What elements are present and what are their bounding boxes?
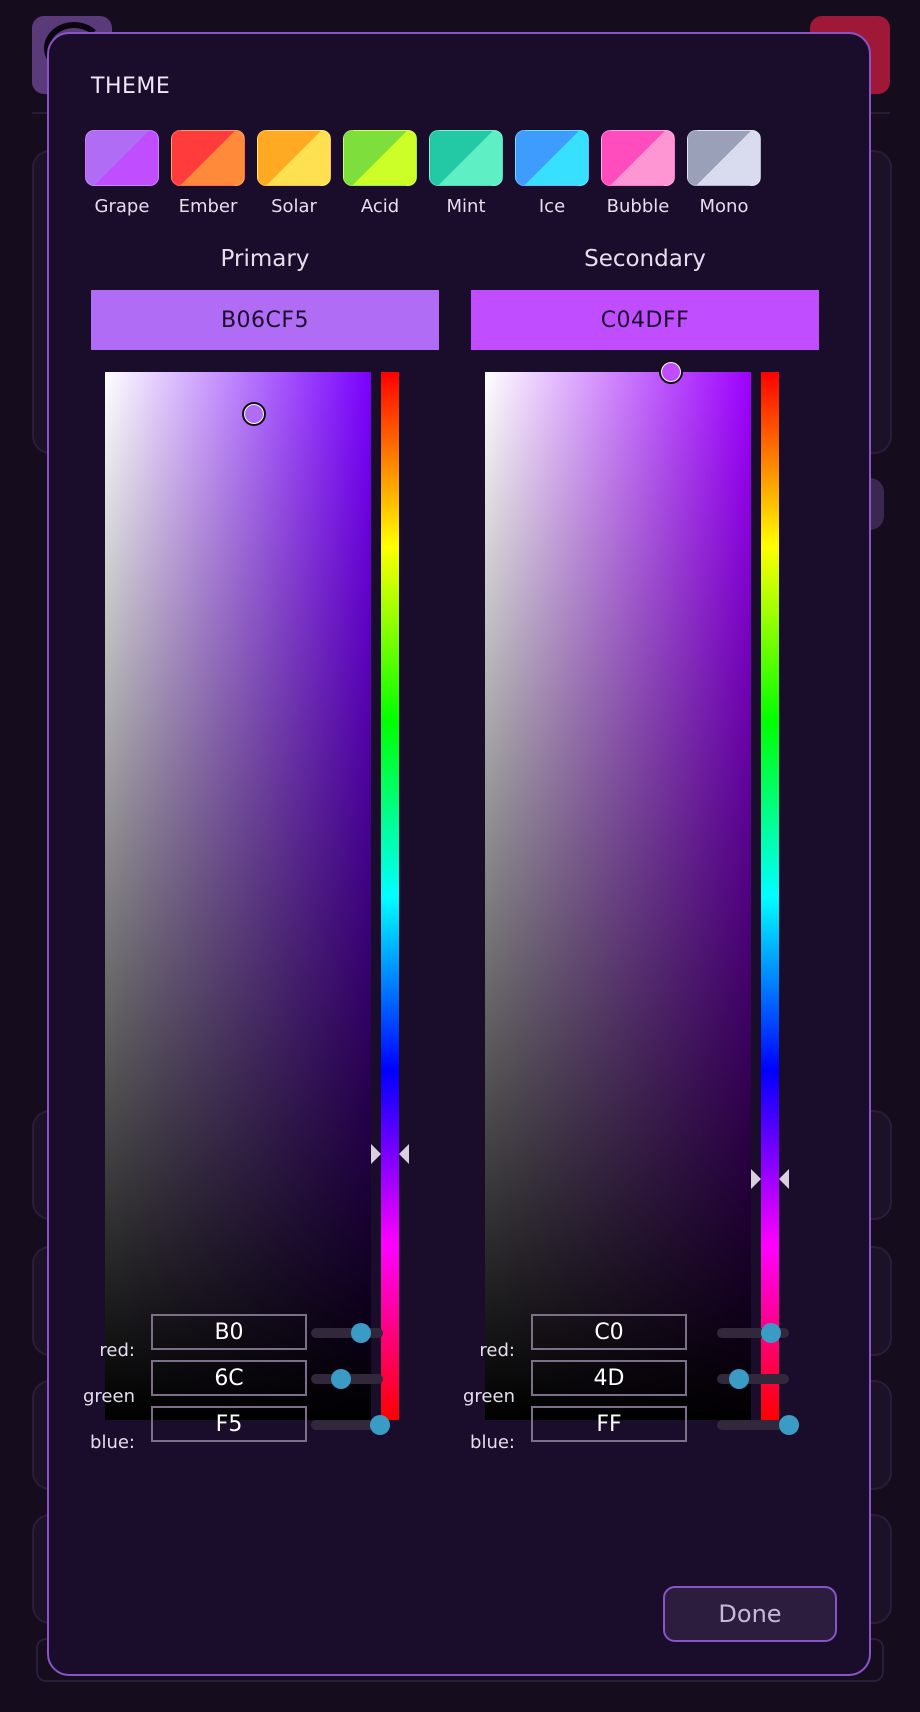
theme-swatch-bubble[interactable] bbox=[601, 130, 675, 186]
theme-swatch-ice[interactable] bbox=[515, 130, 589, 186]
secondary-title: Secondary bbox=[584, 246, 706, 272]
secondary-green-slider[interactable] bbox=[717, 1369, 789, 1389]
primary-red-label: red: bbox=[99, 1340, 135, 1361]
secondary-green-label: green bbox=[463, 1386, 515, 1407]
primary-hue-arrow-right-icon[interactable] bbox=[399, 1143, 409, 1164]
primary-green-input[interactable]: 6C bbox=[151, 1360, 307, 1396]
theme-swatch-label: Solar bbox=[271, 196, 317, 217]
secondary-saturation-value-picker[interactable] bbox=[485, 360, 751, 1420]
secondary-hue-arrow-right-icon[interactable] bbox=[779, 1168, 789, 1189]
secondary-red-slider[interactable] bbox=[717, 1323, 789, 1343]
primary-blue-slider-knob[interactable] bbox=[370, 1415, 391, 1435]
primary-hue-arrow-left-icon[interactable] bbox=[371, 1143, 381, 1164]
secondary-blue-slider[interactable] bbox=[717, 1415, 799, 1435]
theme-swatch-label: Ember bbox=[178, 196, 238, 217]
primary-hue-slider[interactable] bbox=[381, 372, 399, 1420]
theme-swatch-label: Mono bbox=[699, 196, 749, 217]
theme-swatch-label: Grape bbox=[94, 196, 150, 217]
primary-color-thumb[interactable] bbox=[241, 401, 266, 426]
theme-swatch-solar[interactable] bbox=[257, 130, 331, 186]
secondary-hex-field[interactable]: C04DFF bbox=[471, 290, 819, 350]
primary-green-slider[interactable] bbox=[311, 1369, 383, 1389]
theme-swatch-mint[interactable] bbox=[429, 130, 503, 186]
theme-swatch-label: Ice bbox=[538, 196, 566, 217]
primary-blue-input[interactable]: F5 bbox=[151, 1406, 307, 1442]
secondary-blue-label: blue: bbox=[470, 1432, 515, 1453]
secondary-red-label: red: bbox=[479, 1340, 515, 1361]
secondary-hue-arrow-left-icon[interactable] bbox=[751, 1168, 761, 1189]
primary-title: Primary bbox=[220, 246, 310, 272]
primary-saturation-value-picker[interactable] bbox=[105, 372, 371, 1420]
theme-swatch-label: Bubble bbox=[606, 196, 670, 217]
secondary-red-slider-knob[interactable] bbox=[761, 1323, 781, 1343]
primary-red-slider-knob[interactable] bbox=[350, 1323, 371, 1343]
secondary-blue-input[interactable]: FF bbox=[531, 1406, 687, 1442]
primary-green-label: green bbox=[83, 1386, 135, 1407]
theme-swatch-acid[interactable] bbox=[343, 130, 417, 186]
done-button[interactable]: Done bbox=[663, 1586, 837, 1642]
primary-hex-field[interactable]: B06CF5 bbox=[91, 290, 439, 350]
secondary-color-thumb[interactable] bbox=[659, 360, 684, 384]
secondary-green-input[interactable]: 4D bbox=[531, 1360, 687, 1396]
theme-dialog: THEME Primary B06CF5 red: B0 green 6C bl… bbox=[47, 32, 871, 1676]
primary-red-slider[interactable] bbox=[311, 1323, 383, 1343]
theme-title: THEME bbox=[91, 74, 171, 99]
secondary-red-input[interactable]: C0 bbox=[531, 1314, 687, 1350]
secondary-green-slider-knob[interactable] bbox=[728, 1369, 749, 1389]
primary-blue-label: blue: bbox=[90, 1432, 135, 1453]
theme-swatch-label: Acid bbox=[360, 196, 400, 217]
theme-swatch-label: Mint bbox=[446, 196, 486, 217]
theme-swatch-ember[interactable] bbox=[171, 130, 245, 186]
secondary-blue-slider-knob[interactable] bbox=[779, 1415, 799, 1435]
theme-swatch-grape[interactable] bbox=[85, 130, 159, 186]
primary-red-input[interactable]: B0 bbox=[151, 1314, 307, 1350]
theme-swatch-mono[interactable] bbox=[687, 130, 761, 186]
secondary-hue-slider[interactable] bbox=[761, 372, 779, 1420]
primary-blue-slider[interactable] bbox=[311, 1415, 391, 1435]
